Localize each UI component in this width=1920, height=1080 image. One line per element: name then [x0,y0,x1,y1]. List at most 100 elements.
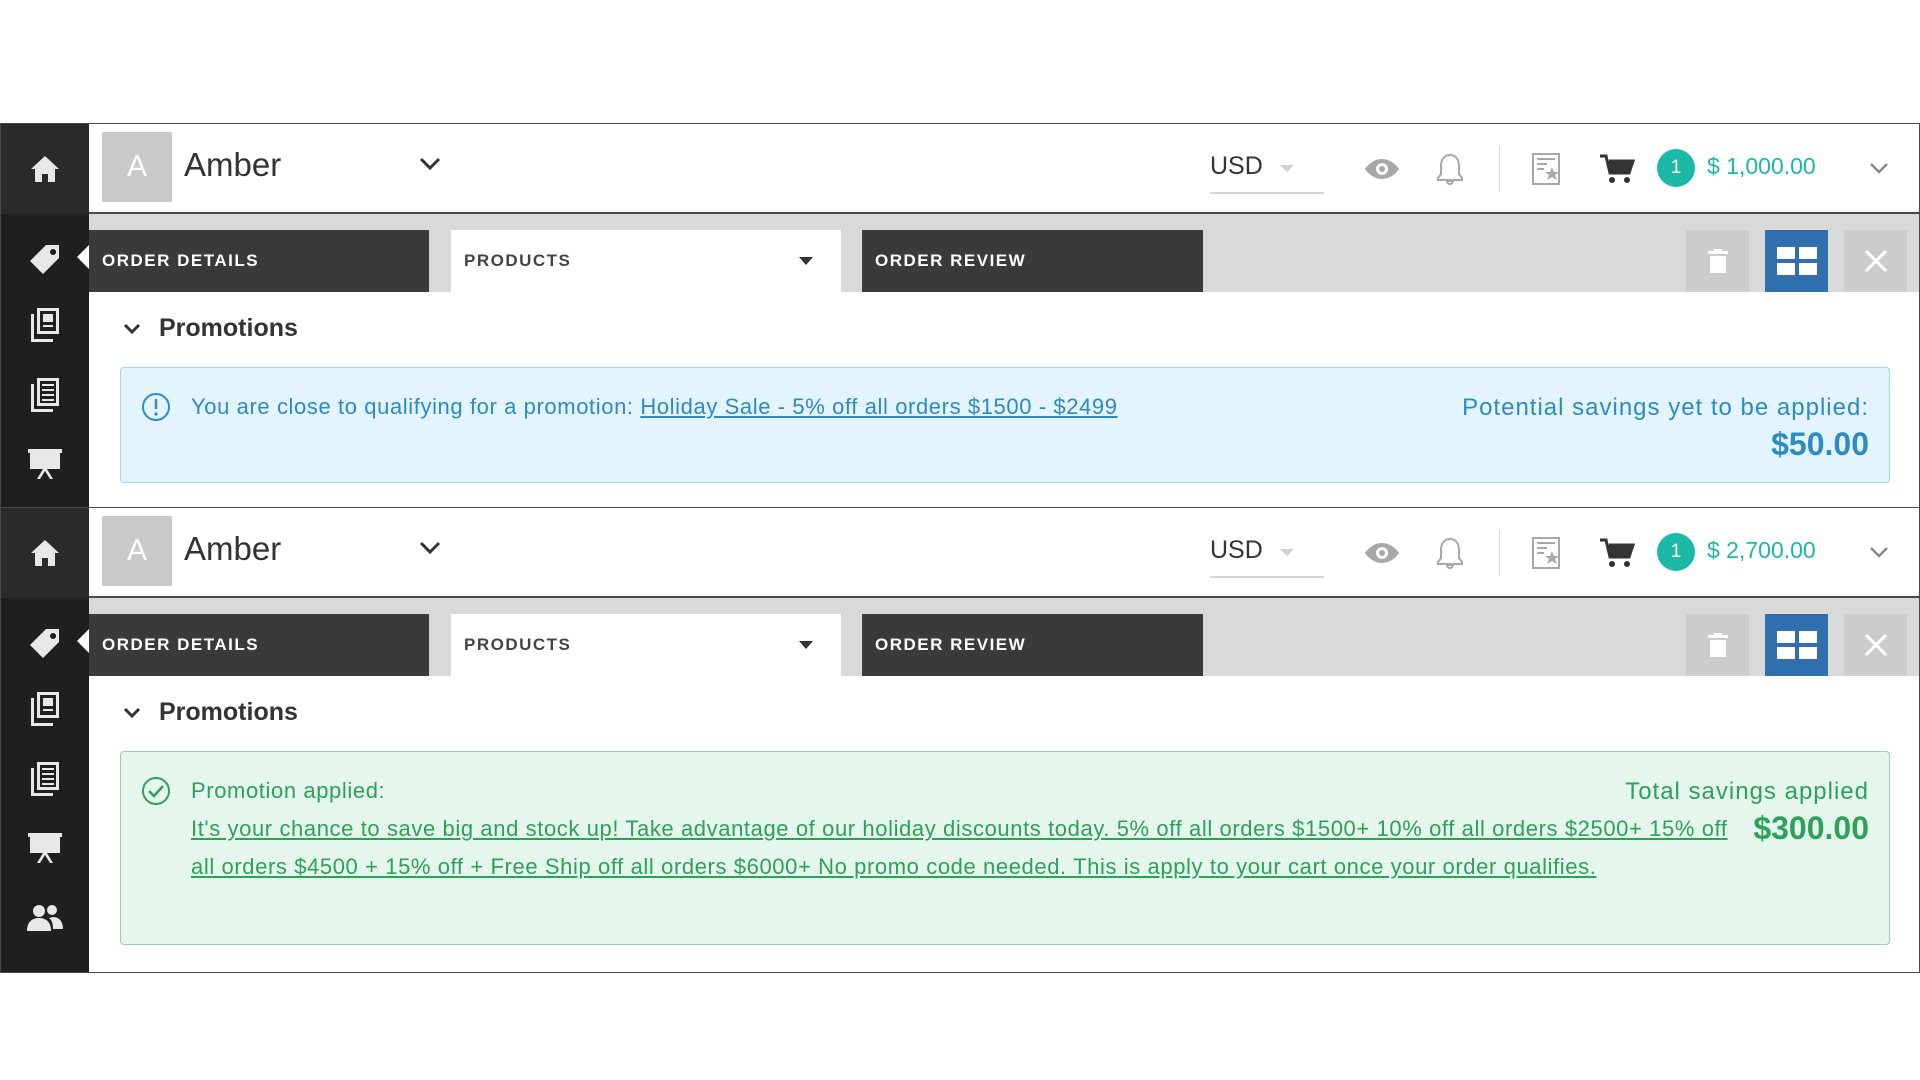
sidebar [1,508,89,972]
cart-count-badge: 1 [1657,149,1695,187]
chevron-down-icon [123,323,141,334]
sidebar [1,124,89,507]
tab-label: ORDER DETAILS [102,635,260,654]
chevron-down-icon [123,707,141,718]
tab-products[interactable]: PRODUCTS [451,230,841,292]
tab-order-review[interactable]: ORDER REVIEW [862,230,1203,292]
active-indicator [77,629,89,653]
sidebar-item-orders[interactable] [1,748,89,808]
quote-icon [1532,537,1560,569]
dropdown-arrow-icon [1280,549,1294,556]
info-icon [142,393,170,421]
header-divider [1499,146,1500,192]
promotion-success-box: Promotion applied: It's your chance to s… [120,751,1890,945]
tab-label: PRODUCTS [464,251,572,270]
delete-button[interactable] [1686,230,1749,292]
catalog-icon [31,308,59,342]
tab-order-details[interactable]: ORDER DETAILS [89,230,429,292]
cart-total[interactable]: $ 1,000.00 [1707,153,1816,180]
sidebar-item-promotions[interactable] [1,613,89,673]
promotion-info-box: You are close to qualifying for a promot… [120,367,1890,483]
users-icon [27,905,63,931]
sidebar-home[interactable] [1,124,89,214]
currency-select[interactable]: USD [1210,144,1324,194]
sidebar-item-users[interactable] [1,888,89,948]
grid-view-button[interactable] [1765,230,1828,292]
promotion-message: You are close to qualifying for a promot… [191,394,1118,420]
grid-view-icon [1776,247,1817,275]
sidebar-item-catalog[interactable] [1,678,89,738]
currency-value: USD [1210,152,1263,180]
promotion-link[interactable]: Holiday Sale - 5% off all orders $1500 -… [640,394,1117,419]
presentation-icon [28,833,62,863]
user-name[interactable]: Amber [184,146,281,184]
list-icon [31,762,59,796]
tab-order-details[interactable]: ORDER DETAILS [89,614,429,676]
cart-button[interactable] [1599,508,1635,598]
sidebar-home[interactable] [1,508,89,598]
tab-label: ORDER DETAILS [102,251,260,270]
chevron-down-icon[interactable] [1869,162,1889,174]
eye-icon [1365,543,1399,563]
catalog-icon [31,692,59,726]
notifications-button[interactable] [1436,508,1464,598]
currency-select[interactable]: USD [1210,528,1324,578]
chevron-down-icon[interactable] [419,157,441,171]
savings-amount: $50.00 [1771,426,1869,462]
delete-button[interactable] [1686,614,1749,676]
sidebar-item-presentations[interactable] [1,434,89,494]
sidebar-item-orders[interactable] [1,364,89,424]
grid-view-icon [1776,631,1817,659]
tab-order-review[interactable]: ORDER REVIEW [862,614,1203,676]
close-button[interactable] [1844,614,1907,676]
user-name[interactable]: Amber [184,530,281,568]
close-icon [1864,633,1887,657]
header-divider [1499,530,1500,576]
top-header: A Amber USD 1 $ 2,700.00 [89,508,1919,598]
chevron-down-icon[interactable] [1869,546,1889,558]
grid-view-button[interactable] [1765,614,1828,676]
tab-label: PRODUCTS [464,635,572,654]
savings-label: Potential savings yet to be applied: [1462,394,1869,421]
close-button[interactable] [1844,230,1907,292]
tab-bar: ORDER DETAILS PRODUCTS ORDER REVIEW [89,598,1919,676]
tag-icon [30,629,59,658]
promotion-link[interactable]: It's your chance to save big and stock u… [191,816,1728,879]
promotion-message: It's your chance to save big and stock u… [191,810,1751,886]
savings-label: Total savings applied [1625,778,1869,805]
quote-button[interactable] [1531,124,1561,214]
close-icon [1864,249,1887,273]
tab-label: ORDER REVIEW [875,635,1027,654]
cart-total[interactable]: $ 2,700.00 [1707,537,1816,564]
savings-amount: $300.00 [1753,810,1869,846]
trash-icon [1707,633,1728,657]
preview-button[interactable] [1364,124,1400,214]
sidebar-item-catalog[interactable] [1,294,89,354]
avatar[interactable]: A [102,132,172,202]
check-circle-icon [142,777,170,805]
quote-button[interactable] [1531,508,1561,598]
cart-icon [1600,154,1635,183]
bell-icon [1437,537,1463,569]
sidebar-item-presentations[interactable] [1,818,89,878]
promotion-message-text: You are close to qualifying for a promot… [191,394,634,419]
promotions-header[interactable]: Promotions [123,698,298,727]
chevron-down-icon[interactable] [419,541,441,555]
trash-icon [1707,249,1728,273]
dropdown-arrow-icon [799,257,813,265]
presentation-icon [28,449,62,479]
preview-button[interactable] [1364,508,1400,598]
avatar[interactable]: A [102,516,172,586]
cart-button[interactable] [1599,124,1635,214]
sidebar-item-promotions[interactable] [1,229,89,289]
quote-icon [1532,153,1560,185]
active-indicator [77,245,89,269]
eye-icon [1365,159,1399,179]
dropdown-arrow-icon [799,641,813,649]
promotions-header[interactable]: Promotions [123,314,298,343]
currency-value: USD [1210,536,1263,564]
notifications-button[interactable] [1436,124,1464,214]
promotions-heading: Promotions [159,314,298,342]
tab-products[interactable]: PRODUCTS [451,614,841,676]
top-header: A Amber USD 1 $ 1,000.00 [89,124,1919,214]
